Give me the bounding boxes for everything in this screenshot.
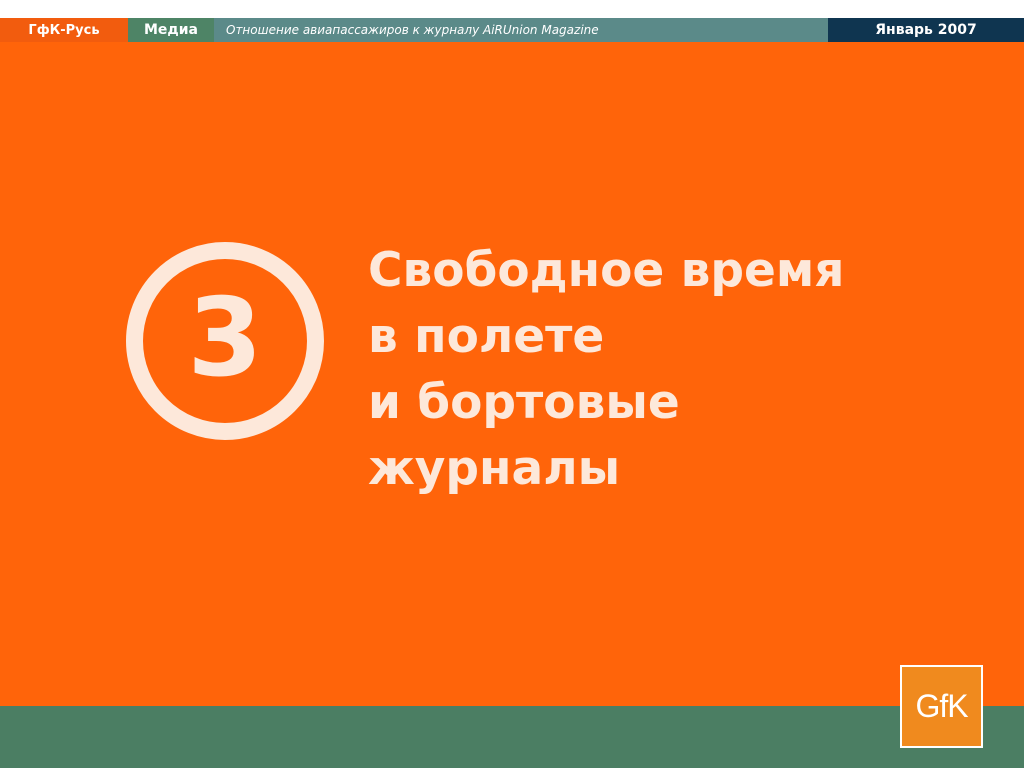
header-bar: ГфК-Русь Медиа Отношение авиапассажиров … [0,18,1024,42]
footer-band [0,706,1024,768]
section-title: Свободное время в полете и бортовые журн… [368,238,988,502]
gfk-logo-text: GfK [915,688,968,724]
section-title-line: и бортовые [368,375,680,430]
header-org-label: ГфК-Русь [0,18,128,42]
presentation-slide: ГфК-Русь Медиа Отношение авиапассажиров … [0,0,1024,768]
header-section-label: Медиа [128,18,214,42]
gfk-logo: GfK [900,665,983,748]
section-title-line: Свободное время [368,243,845,298]
header-date: Январь 2007 [828,18,1024,42]
chapter-number-circle: 3 [126,242,324,440]
chapter-number: 3 [187,276,263,401]
header-report-title: Отношение авиапассажиров к журналу AiRUn… [214,18,828,42]
section-title-line: в полете [368,309,605,364]
section-title-line: журналы [368,441,621,496]
